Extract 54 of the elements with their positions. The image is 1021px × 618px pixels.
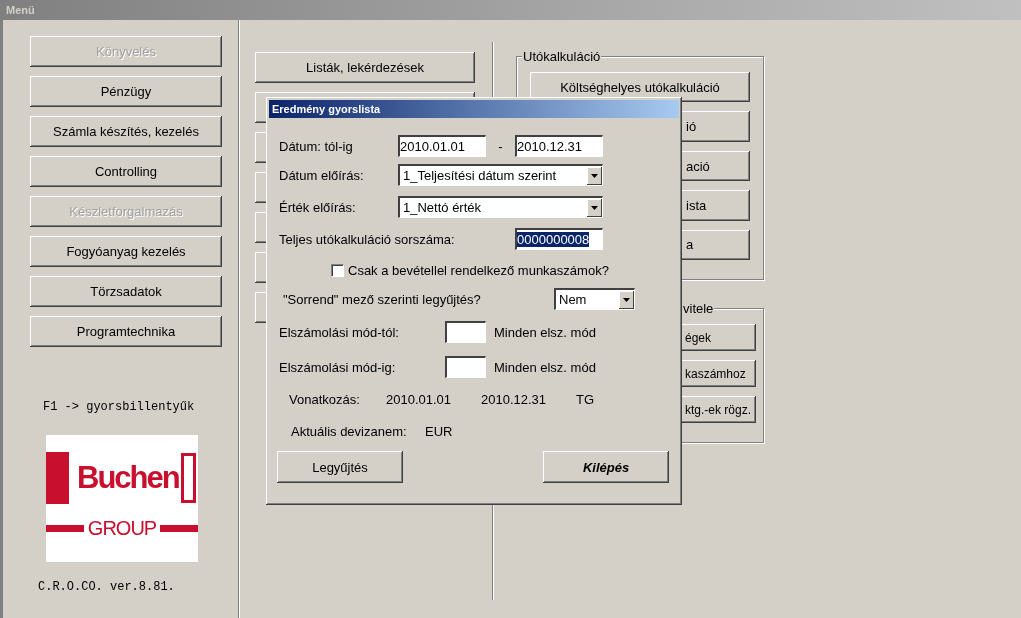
- checkbox[interactable]: [331, 263, 344, 277]
- caret-icon: [623, 297, 630, 302]
- date-field[interactable]: 2010.12.31: [515, 135, 603, 157]
- logo-bar: [46, 452, 69, 504]
- field-label: Teljes utókalkuláció sorszáma:: [279, 231, 456, 247]
- currency-value: EUR: [425, 423, 453, 439]
- logo-subtext: GROUP: [86, 517, 158, 539]
- caret-icon: [591, 173, 598, 178]
- field-label: "Sorrend" mező szerinti legyűjtés?: [283, 291, 482, 307]
- menu-button[interactable]: Számla készítés, kezelés: [30, 116, 222, 147]
- range-separator: -: [497, 138, 504, 154]
- exit-button[interactable]: Kilépés: [543, 451, 669, 483]
- menu-button[interactable]: Törzsadatok: [30, 276, 222, 307]
- field-label: Elszámolási mód-ig:: [279, 359, 397, 375]
- input-field[interactable]: [445, 321, 486, 343]
- menu-button[interactable]: Programtechnika: [30, 316, 222, 347]
- currency-label: Aktuális devizanem:: [291, 423, 408, 439]
- menu-button[interactable]: Pénzügy: [30, 76, 222, 107]
- field-label: Dátum: tól-ig: [279, 138, 354, 154]
- version-text: C.R.O.CO. ver.8.81.: [38, 580, 175, 594]
- reference-label: Vonatkozás:: [289, 392, 361, 407]
- logo-square: [181, 453, 196, 503]
- collect-button[interactable]: Legyűjtés: [277, 451, 403, 483]
- input-field[interactable]: [445, 356, 486, 378]
- hotkey-hint: F1 -> gyorsbillentyűk: [43, 400, 195, 414]
- number-field[interactable]: 0000000008: [515, 228, 603, 250]
- group-title: Utókalkuláció: [522, 49, 602, 64]
- menu-button[interactable]: Költséghelyes utókalkuláció: [530, 72, 750, 103]
- date-field[interactable]: 2010.01.01: [398, 135, 486, 157]
- dropdown[interactable]: 1_Teljesítési dátum szerint: [398, 164, 603, 186]
- logo-stripe: [46, 524, 84, 532]
- reference-type: TG: [576, 392, 595, 407]
- caret-icon: [591, 205, 598, 210]
- menu-button[interactable]: Fogyóanyag kezelés: [30, 236, 222, 267]
- menu-button[interactable]: Controlling: [30, 156, 222, 187]
- menu-button[interactable]: Listák, lekérdezések: [255, 52, 475, 83]
- reference-date: 2010.01.01: [386, 392, 453, 407]
- field-label: Dátum előírás:: [279, 167, 365, 183]
- logo-stripe: [160, 524, 198, 532]
- dropdown-arrow-button[interactable]: [587, 198, 602, 217]
- group-title: vitele: [682, 301, 715, 316]
- reference-date: 2010.12.31: [481, 392, 548, 407]
- field-label: Érték előírás:: [279, 199, 357, 215]
- field-hint: Minden elsz. mód: [494, 359, 596, 375]
- dropdown-arrow-button[interactable]: [587, 166, 602, 185]
- dropdown[interactable]: Nem: [554, 288, 635, 310]
- field-label: Elszámolási mód-tól:: [279, 324, 400, 340]
- checkbox-label: Csak a bevétellel rendelkező munkaszámok?: [348, 262, 609, 278]
- logo-text: Buchen: [77, 460, 179, 496]
- field-hint: Minden elsz. mód: [494, 324, 596, 340]
- dialog-title: Eredmény gyorslista: [272, 103, 381, 115]
- dropdown[interactable]: 1_Nettó érték: [398, 196, 603, 218]
- window-title: Menü: [6, 4, 35, 16]
- dropdown-arrow-button[interactable]: [619, 290, 634, 309]
